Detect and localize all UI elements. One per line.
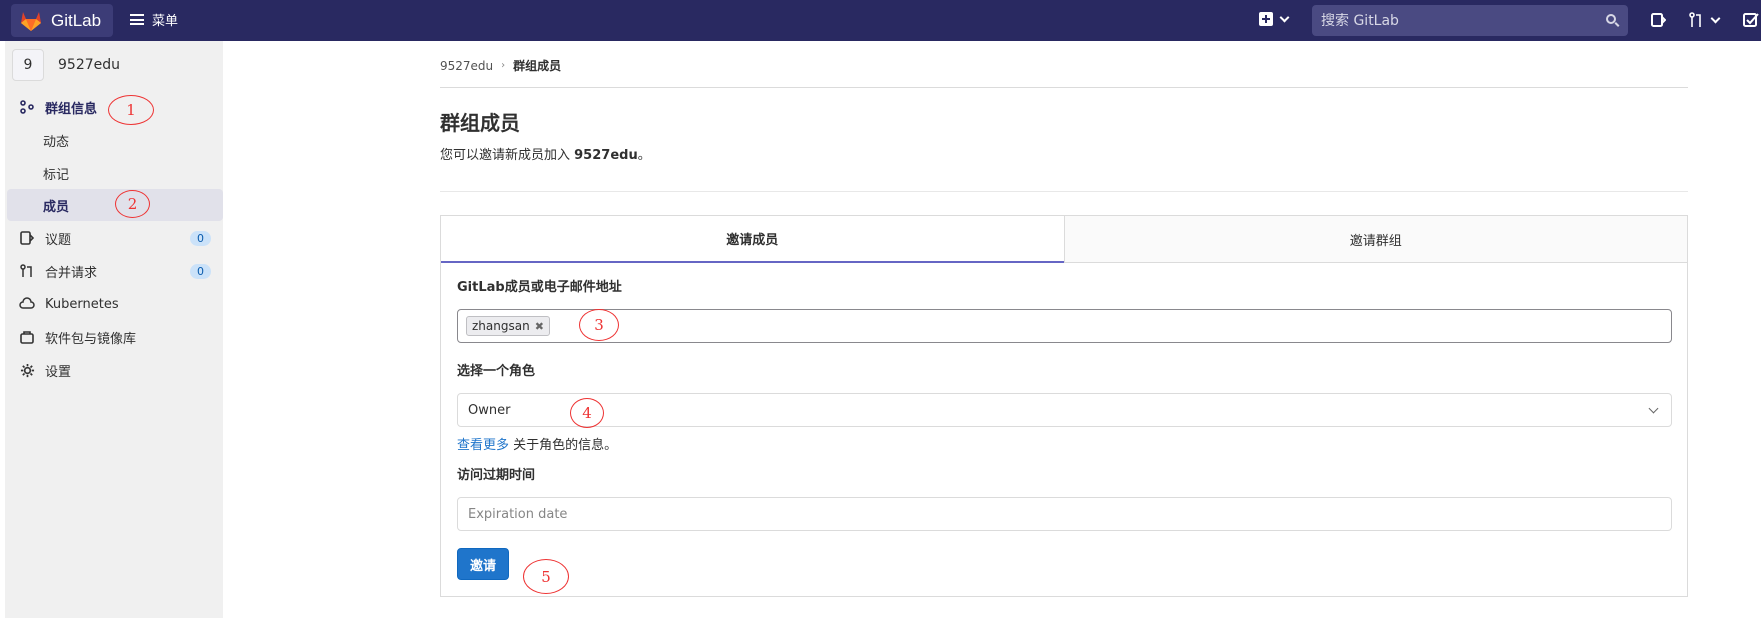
invite-card: 邀请成员 邀请群组 GitLab成员或电子邮件地址 zhangsan ✖ 选择一…: [440, 215, 1688, 597]
role-field-label: 选择一个角色: [457, 364, 536, 379]
sidebar-item-issues[interactable]: 议题 0: [7, 222, 223, 254]
members-field-label: GitLab成员或电子邮件地址: [457, 280, 622, 295]
menu-button[interactable]: 菜单: [130, 10, 178, 29]
group-avatar: 9: [12, 49, 44, 81]
issues-icon[interactable]: [1650, 12, 1666, 28]
plus-square-icon: [1259, 12, 1273, 26]
merge-request-icon: [1689, 12, 1701, 27]
settings-icon: [19, 362, 35, 378]
sidebar-item-merge-requests[interactable]: 合并请求 0: [7, 255, 223, 287]
tab-invite-group[interactable]: 邀请群组: [1063, 216, 1687, 263]
sidebar-item-kubernetes[interactable]: Kubernetes: [7, 288, 223, 320]
chevron-down-icon: [1648, 403, 1659, 414]
create-new-dropdown[interactable]: [1259, 12, 1290, 26]
tab-invite-members[interactable]: 邀请成员: [441, 216, 1064, 263]
role-select[interactable]: Owner: [457, 393, 1672, 427]
chevron-down-icon: [1279, 12, 1290, 22]
hamburger-icon: [130, 14, 144, 25]
merge-requests-dropdown[interactable]: [1688, 12, 1721, 28]
annotation-callout-1: 1: [108, 95, 154, 125]
issues-icon: [19, 230, 35, 246]
divider: [440, 191, 1688, 192]
sidebar-item-label: 议题: [45, 232, 72, 248]
subtitle-group-name: 9527edu: [574, 148, 638, 163]
group-name: 9527edu: [58, 57, 121, 73]
divider: [440, 87, 1688, 88]
member-token-label: zhangsan: [472, 319, 530, 333]
sidebar-item-label: Kubernetes: [45, 296, 119, 312]
breadcrumb: 9527edu › 群组成员: [440, 57, 561, 74]
top-navbar: GitLab 菜单: [0, 0, 1761, 41]
merge-request-icon: [19, 263, 35, 279]
sidebar-item-labels[interactable]: 标记: [7, 157, 223, 189]
role-select-value: Owner: [468, 402, 511, 418]
sidebar-item-label: 合并请求: [45, 265, 98, 281]
group-info-icon: [19, 99, 35, 115]
role-help-text: 查看更多 关于角色的信息。: [457, 434, 617, 453]
gitlab-logo[interactable]: GitLab: [11, 4, 113, 37]
sidebar-item-packages[interactable]: 软件包与镜像库: [7, 321, 223, 353]
sidebar-item-label: 成员: [43, 199, 70, 215]
sidebar-item-label: 群组信息: [45, 101, 98, 117]
group-header[interactable]: 9 9527edu: [12, 49, 120, 81]
search-box[interactable]: [1312, 5, 1628, 36]
sidebar-item-label: 软件包与镜像库: [45, 331, 137, 347]
annotation-callout-3: 3: [579, 309, 619, 341]
expiry-date-input[interactable]: [468, 506, 1368, 522]
subtitle-prefix: 您可以邀请新成员加入: [440, 148, 575, 163]
sidebar-item-label: 动态: [43, 134, 70, 150]
annotation-callout-4: 4: [570, 398, 604, 428]
invite-tabs: 邀请成员 邀请群组: [441, 216, 1687, 263]
invite-button[interactable]: 邀请: [457, 548, 509, 580]
read-more-link[interactable]: 查看更多: [457, 438, 509, 453]
package-icon: [19, 329, 35, 345]
subtitle-suffix: 。: [637, 148, 651, 163]
sidebar-item-label: 设置: [45, 364, 72, 380]
sidebar-item-settings[interactable]: 设置: [7, 354, 223, 386]
role-help-suffix: 关于角色的信息。: [509, 438, 618, 453]
page-subtitle: 您可以邀请新成员加入 9527edu。: [440, 144, 651, 163]
issues-count-badge: 0: [190, 230, 211, 246]
todo-icon[interactable]: [1743, 12, 1759, 28]
gitlab-logo-text: GitLab: [51, 10, 102, 30]
page-title: 群组成员: [440, 111, 520, 135]
annotation-callout-5: 5: [523, 559, 569, 594]
breadcrumb-group-link[interactable]: 9527edu: [440, 59, 493, 73]
search-icon: [1606, 14, 1616, 24]
members-token-input[interactable]: zhangsan ✖: [457, 309, 1672, 343]
expiry-field-label: 访问过期时间: [457, 468, 536, 483]
kubernetes-icon: [19, 296, 35, 312]
annotation-callout-2: 2: [115, 190, 150, 218]
merge-requests-count-badge: 0: [190, 263, 211, 279]
sidebar-item-activity[interactable]: 动态: [7, 124, 223, 156]
member-token: zhangsan ✖: [466, 316, 550, 336]
sidebar-item-label: 标记: [43, 167, 70, 183]
menu-label: 菜单: [152, 14, 179, 29]
search-input[interactable]: [1321, 12, 1591, 29]
expiry-date-field[interactable]: [457, 497, 1672, 531]
gitlab-tanuki-logo-icon: [21, 11, 41, 31]
sidebar: 9 9527edu 群组信息 动态 标记 成员 议题 0 合并请求 0 Kube…: [0, 41, 223, 618]
breadcrumb-separator-icon: ›: [501, 60, 506, 71]
chevron-down-icon: [1710, 13, 1721, 23]
remove-token-icon[interactable]: ✖: [535, 320, 544, 333]
breadcrumb-current[interactable]: 群组成员: [513, 57, 561, 74]
